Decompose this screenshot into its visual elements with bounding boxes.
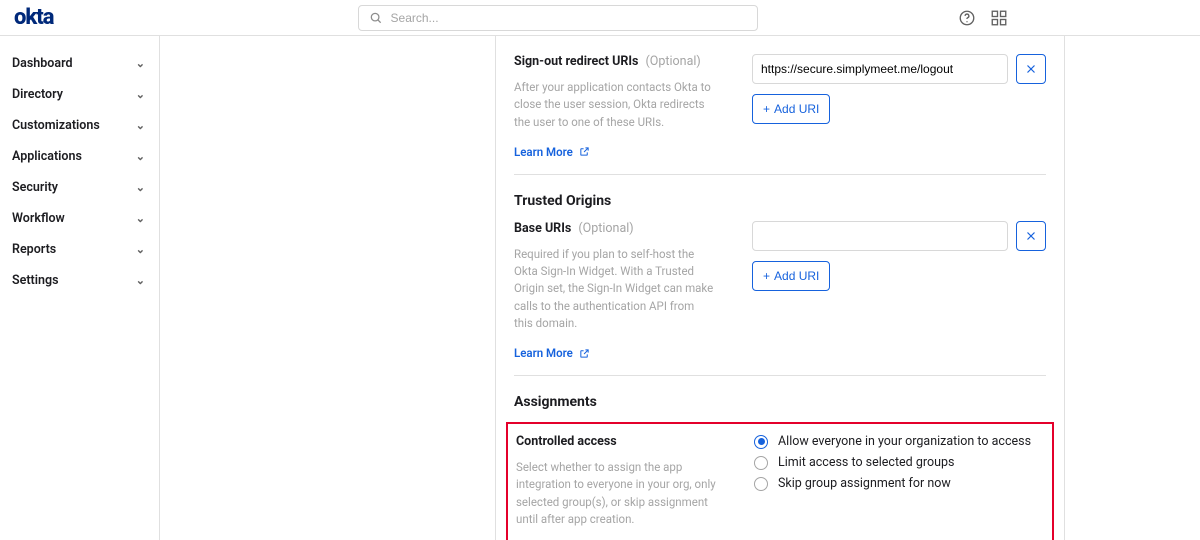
sidenav-item-applications[interactable]: Applications ⌄ [0,141,159,172]
signout-uris-desc: After your application contacts Okta to … [514,79,714,131]
section-assignments: Assignments Controlled access Select whe… [514,375,1046,540]
trusted-learn-more-link[interactable]: Learn More [514,346,590,360]
topbar: okta [0,0,1200,36]
radio-skip-assignment[interactable]: Skip group assignment for now [754,476,1044,491]
search-icon [367,9,385,27]
radio-icon [754,456,768,470]
controlled-access-highlight: Controlled access Select whether to assi… [506,422,1054,540]
search-field[interactable] [358,5,758,31]
external-link-icon [579,348,590,359]
sidenav: Dashboard ⌄ Directory ⌄ Customizations ⌄… [0,36,160,540]
radio-allow-everyone[interactable]: Allow everyone in your organization to a… [754,434,1044,449]
chevron-down-icon: ⌄ [136,150,145,163]
sidenav-label: Customizations [12,118,100,133]
base-uri-input[interactable] [752,221,1008,251]
plus-icon: + [763,102,770,116]
signout-learn-more-link[interactable]: Learn More [514,145,590,159]
sidenav-label: Applications [12,149,82,164]
assignments-title: Assignments [514,394,1046,410]
sidenav-item-customizations[interactable]: Customizations ⌄ [0,110,159,141]
close-icon [1025,63,1037,75]
section-trusted-origins: Trusted Origins Base URIs (Optional) Req… [514,174,1046,375]
form-panel: Sign-out redirect URIs (Optional) After … [495,36,1065,540]
remove-base-uri-button[interactable] [1016,221,1046,251]
sidenav-label: Security [12,180,58,195]
add-signout-uri-button[interactable]: + Add URI [752,94,830,124]
sidenav-label: Directory [12,87,63,102]
radio-icon [754,477,768,491]
sidenav-label: Workflow [12,211,65,226]
sidenav-label: Settings [12,273,59,288]
sidenav-item-security[interactable]: Security ⌄ [0,172,159,203]
chevron-down-icon: ⌄ [136,181,145,194]
add-base-uri-button[interactable]: + Add URI [752,261,830,291]
chevron-down-icon: ⌄ [136,57,145,70]
signout-uri-input[interactable] [752,54,1008,84]
sidenav-item-dashboard[interactable]: Dashboard ⌄ [0,48,159,79]
sidenav-label: Reports [12,242,56,257]
sidenav-item-directory[interactable]: Directory ⌄ [0,79,159,110]
chevron-down-icon: ⌄ [136,88,145,101]
remove-uri-button[interactable] [1016,54,1046,84]
close-icon [1025,230,1037,242]
chevron-down-icon: ⌄ [136,212,145,225]
external-link-icon [579,146,590,157]
sidenav-item-workflow[interactable]: Workflow ⌄ [0,203,159,234]
section-signout-uris: Sign-out redirect URIs (Optional) After … [514,54,1046,174]
base-uris-desc: Required if you plan to self-host the Ok… [514,246,714,332]
sidenav-item-settings[interactable]: Settings ⌄ [0,265,159,296]
radio-selected-groups[interactable]: Limit access to selected groups [754,455,1044,470]
base-uris-label: Base URIs (Optional) [514,221,714,236]
logo: okta [14,5,54,30]
plus-icon: + [763,269,770,283]
controlled-access-label: Controlled access [516,434,716,449]
sidenav-label: Dashboard [12,56,73,71]
signout-uris-label: Sign-out redirect URIs (Optional) [514,54,714,69]
chevron-down-icon: ⌄ [136,119,145,132]
main-content: Sign-out redirect URIs (Optional) After … [160,36,1200,540]
apps-grid-icon[interactable] [990,9,1008,27]
sidenav-item-reports[interactable]: Reports ⌄ [0,234,159,265]
chevron-down-icon: ⌄ [136,274,145,287]
search-input[interactable] [391,11,749,25]
radio-icon [754,435,768,449]
controlled-access-desc: Select whether to assign the app integra… [516,459,716,528]
trusted-origins-title: Trusted Origins [514,193,1046,209]
chevron-down-icon: ⌄ [136,243,145,256]
help-icon[interactable] [958,9,976,27]
